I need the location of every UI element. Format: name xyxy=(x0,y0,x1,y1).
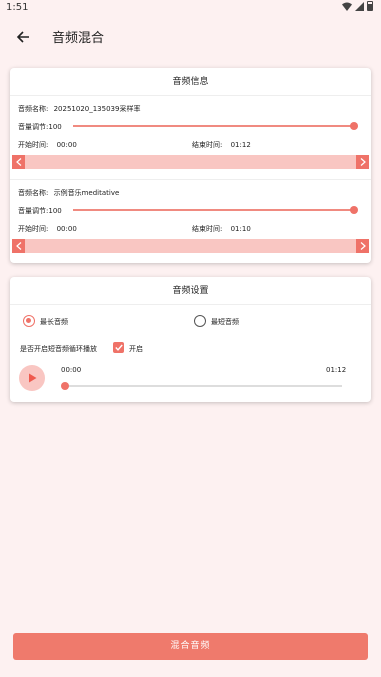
player-current-time: 00:00 xyxy=(61,366,82,374)
radio-longest-audio[interactable] xyxy=(23,315,35,327)
track-1-range-bar[interactable] xyxy=(12,155,369,169)
wifi-icon xyxy=(342,2,352,11)
track-1-end-row: 结束时间: 01:12 xyxy=(192,140,251,150)
track-2-name-row: 音频名称: 示例音乐meditative xyxy=(18,188,119,198)
track-1-volume-slider[interactable] xyxy=(73,125,355,127)
radio-longest-label: 最长音频 xyxy=(40,318,68,326)
audio-info-title: 音频信息 xyxy=(10,68,371,96)
chevron-right-icon xyxy=(360,242,366,250)
status-icons xyxy=(342,1,373,11)
loop-checkbox[interactable] xyxy=(113,342,124,353)
audio-settings-title: 音频设置 xyxy=(10,277,371,305)
start-value: 00:00 xyxy=(56,141,77,149)
end-value: 01:10 xyxy=(230,225,251,233)
track-2-range-bar[interactable] xyxy=(12,239,369,253)
chevron-left-icon xyxy=(15,158,21,166)
player-total-time: 01:12 xyxy=(326,366,347,374)
track-name-label: 音频名称: xyxy=(18,189,49,197)
battery-icon xyxy=(367,1,373,11)
arrow-left-icon xyxy=(16,31,29,43)
player-progress-thumb[interactable] xyxy=(61,382,69,390)
end-label: 结束时间: xyxy=(192,141,223,149)
loop-checkbox-label: 开启 xyxy=(129,345,143,353)
end-value: 01:12 xyxy=(230,141,251,149)
play-icon xyxy=(28,373,36,383)
audio-info-card: 音频信息 音频名称: 20251020_135039采样率 音量调节:100 开… xyxy=(10,68,371,263)
start-label: 开始时间: xyxy=(18,225,49,233)
track-2-start-row: 开始时间: 00:00 xyxy=(18,224,77,234)
range-right-handle[interactable] xyxy=(356,155,369,169)
chevron-left-icon xyxy=(15,242,21,250)
track-1-start-row: 开始时间: 00:00 xyxy=(18,140,77,150)
loop-label: 是否开启短音频循环播放 xyxy=(20,345,97,353)
track-name-value: 20251020_135039采样率 xyxy=(53,105,141,113)
signal-icon xyxy=(355,1,364,11)
page-title: 音频混合 xyxy=(52,31,105,46)
radio-shortest-label: 最短音频 xyxy=(211,318,239,326)
track-divider xyxy=(10,179,371,180)
status-time: 1:51 xyxy=(6,2,29,13)
volume-label: 音量调节: xyxy=(18,123,49,131)
end-label: 结束时间: xyxy=(192,225,223,233)
back-button[interactable] xyxy=(12,26,34,48)
range-right-handle[interactable] xyxy=(356,239,369,253)
track-2-volume-thumb[interactable] xyxy=(350,206,358,214)
audio-settings-card: 音频设置 最长音频 最短音频 是否开启短音频循环播放 开启 00:00 01:1… xyxy=(10,277,371,402)
track-2-end-row: 结束时间: 01:10 xyxy=(192,224,251,234)
radio-shortest-audio[interactable] xyxy=(194,315,206,327)
track-1-name-row: 音频名称: 20251020_135039采样率 xyxy=(18,104,140,114)
volume-value: 100 xyxy=(48,207,62,215)
app-bar: 音频混合 xyxy=(0,18,381,54)
volume-label: 音量调节: xyxy=(18,207,49,215)
track-1-volume-row: 音量调节:100 xyxy=(18,122,62,132)
track-2-volume-row: 音量调节:100 xyxy=(18,206,62,216)
track-2-volume-slider[interactable] xyxy=(73,209,355,211)
check-icon xyxy=(114,344,123,351)
volume-value: 100 xyxy=(48,123,62,131)
track-name-value: 示例音乐meditative xyxy=(53,189,120,197)
range-left-handle[interactable] xyxy=(12,239,25,253)
track-name-label: 音频名称: xyxy=(18,105,49,113)
start-value: 00:00 xyxy=(56,225,77,233)
range-left-handle[interactable] xyxy=(12,155,25,169)
player-progress-track[interactable] xyxy=(65,385,342,387)
start-label: 开始时间: xyxy=(18,141,49,149)
track-1-volume-thumb[interactable] xyxy=(350,122,358,130)
status-bar: 1:51 xyxy=(0,0,381,16)
play-button[interactable] xyxy=(19,365,45,391)
chevron-right-icon xyxy=(360,158,366,166)
mix-audio-button[interactable]: 混合音频 xyxy=(13,633,368,660)
